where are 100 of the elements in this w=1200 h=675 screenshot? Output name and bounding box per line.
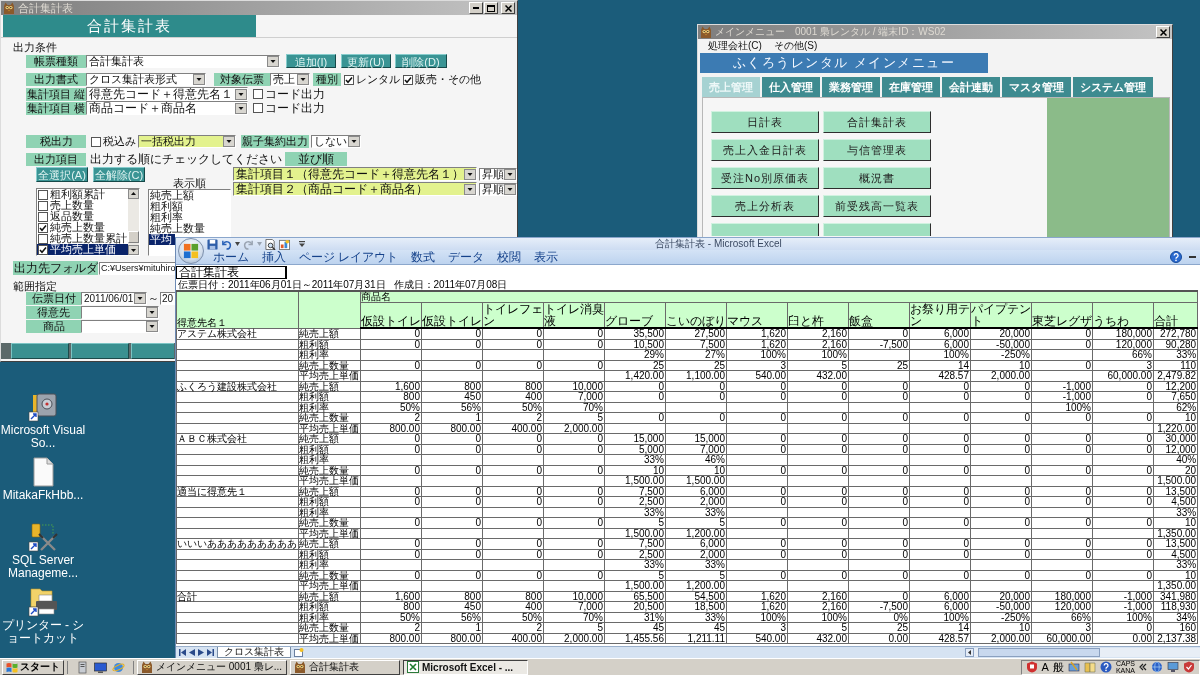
desktop-icon-label[interactable]: プリンター - ショートカット — [0, 619, 86, 645]
monitor-icon[interactable] — [94, 660, 107, 674]
list-item[interactable]: 純売上額 — [149, 190, 198, 201]
caret-icon[interactable] — [235, 88, 247, 100]
list-item[interactable]: 平均 — [149, 234, 176, 245]
list-item[interactable]: 純売上数量 — [37, 222, 128, 233]
function-button[interactable] — [71, 343, 129, 359]
new-sheet-icon[interactable] — [294, 648, 304, 657]
caret-icon[interactable] — [348, 136, 360, 147]
checkbox[interactable] — [38, 200, 48, 211]
report-type-dropdown[interactable]: 合計集計表 — [86, 54, 280, 68]
ribbon-tab[interactable]: データ — [448, 250, 485, 264]
shield-icon[interactable] — [1025, 661, 1038, 673]
tab[interactable]: マスタ管理 — [1002, 77, 1071, 97]
list-item[interactable]: 平均売上単価 — [37, 244, 128, 255]
checkbox[interactable] — [38, 189, 48, 200]
caret-icon[interactable] — [235, 242, 240, 246]
list-item[interactable]: 粗利額 — [149, 201, 187, 212]
menu-item[interactable]: その他(S) — [773, 39, 818, 52]
scrollbar-thumb[interactable] — [978, 648, 1100, 657]
menu-button[interactable]: 売上分析表 — [711, 195, 819, 217]
menu-button[interactable]: 概況書 — [823, 167, 931, 189]
start-button[interactable]: スタート — [2, 659, 64, 675]
chevron-icon[interactable] — [1139, 663, 1147, 671]
ribbon-tab[interactable]: 表示 — [534, 250, 559, 264]
caret-icon[interactable] — [267, 55, 279, 67]
menu-button[interactable]: 日計表 — [711, 111, 819, 133]
function-button[interactable] — [11, 343, 69, 359]
date-dropdown[interactable]: 2011/06/01 — [81, 292, 147, 305]
help-icon[interactable] — [1099, 661, 1112, 673]
tab[interactable]: 業務管理 — [822, 77, 880, 97]
checkbox[interactable] — [403, 74, 413, 85]
last-sheet-icon[interactable] — [207, 649, 214, 656]
ribbon-tab[interactable]: 校閲 — [497, 250, 522, 264]
scroll-down-icon[interactable] — [128, 245, 139, 255]
caret-icon[interactable] — [146, 307, 158, 318]
menu-button[interactable]: 与信管理表 — [823, 139, 931, 161]
sort-key-dropdown[interactable]: 集計項目１（得意先コード＋得意先名１） — [233, 167, 477, 181]
list-item[interactable]: 粗利額累計 — [37, 189, 128, 200]
checkbox[interactable] — [38, 211, 48, 222]
list-item[interactable]: 売上数量 — [37, 200, 128, 211]
toolbar-caret-icon[interactable] — [299, 241, 305, 247]
monitor-icon[interactable] — [1167, 661, 1179, 673]
caret-icon[interactable] — [223, 136, 235, 147]
first-sheet-icon[interactable] — [179, 649, 186, 656]
scrollbar[interactable] — [128, 189, 139, 255]
date-dropdown[interactable]: 20 — [160, 292, 176, 305]
caret-icon[interactable] — [464, 168, 476, 180]
checkbox[interactable] — [253, 103, 263, 113]
slip-type-dropdown[interactable]: 売上 — [270, 73, 310, 86]
list-item[interactable]: 純売上数量累計 — [37, 233, 128, 244]
taskbar-button[interactable]: メインメニュー 0001 梟レ... — [137, 659, 287, 675]
help-icon[interactable] — [1170, 251, 1182, 263]
desktop-icon-label[interactable]: SQL Server Manageme... — [0, 554, 86, 580]
caret-icon[interactable] — [464, 183, 476, 195]
previous-sheet-icon[interactable] — [189, 649, 195, 656]
caret-icon[interactable] — [193, 74, 205, 85]
minimize-button[interactable] — [469, 2, 483, 14]
close-button[interactable] — [1156, 26, 1170, 38]
undo-icon[interactable] — [221, 238, 232, 250]
printer-folder-icon[interactable] — [28, 587, 58, 617]
checkbox[interactable] — [344, 74, 354, 85]
grouping-dropdown[interactable]: しない — [311, 135, 361, 148]
sort-order-dropdown[interactable]: 昇順 — [479, 167, 517, 181]
database-tools-icon[interactable] — [28, 522, 58, 552]
shield-icon[interactable] — [1183, 661, 1195, 673]
list-item[interactable]: 返品数量 — [37, 211, 128, 222]
maximize-button[interactable] — [484, 2, 498, 14]
caret-icon[interactable] — [504, 183, 516, 195]
scroll-up-icon[interactable] — [128, 189, 139, 199]
caret-icon[interactable] — [504, 168, 516, 180]
server-icon[interactable] — [76, 660, 89, 674]
folder-field[interactable]: C:¥Users¥mituhiro — [99, 261, 178, 275]
axis-dropdown[interactable]: 商品コード＋商品名 — [86, 101, 248, 115]
desktop-icon-label[interactable]: MitakaFkHbb... — [2, 489, 84, 502]
checkbox[interactable] — [91, 136, 101, 147]
ribbon-tab[interactable]: ページ レイアウト — [299, 250, 399, 264]
save-icon[interactable] — [207, 238, 218, 250]
function-button[interactable] — [131, 343, 174, 359]
next-sheet-icon[interactable] — [198, 649, 204, 656]
caret-icon[interactable] — [134, 293, 146, 304]
print-preview-icon[interactable] — [265, 238, 276, 250]
scrollbar[interactable] — [965, 648, 1200, 657]
close-button[interactable] — [501, 2, 515, 14]
globe-icon[interactable] — [1151, 661, 1163, 673]
taskbar-button[interactable]: Microsoft Excel - ... — [403, 659, 528, 675]
sort-key-dropdown[interactable]: 集計項目２（商品コード＋商品名） — [233, 182, 477, 196]
menu-button[interactable]: 売上入金日計表 — [711, 139, 819, 161]
tab[interactable]: 在庫管理 — [882, 77, 940, 97]
pen-tablet-icon[interactable] — [1067, 661, 1080, 673]
safe-icon[interactable] — [28, 392, 58, 422]
menu-button[interactable]: 前受残高一覧表 — [823, 195, 931, 217]
tab[interactable]: システム管理 — [1073, 77, 1153, 97]
filter-dropdown[interactable] — [81, 306, 159, 319]
format-dropdown[interactable]: クロス集計表形式 — [86, 73, 206, 86]
tax-dropdown[interactable]: 一括税出力 — [138, 135, 236, 148]
axis-dropdown[interactable]: 得意先コード＋得意先名１ — [86, 87, 248, 101]
ribbon-tab[interactable]: 数式 — [411, 250, 436, 264]
checkbox[interactable] — [38, 233, 48, 244]
menu-button[interactable]: 合計集計表 — [823, 111, 931, 133]
